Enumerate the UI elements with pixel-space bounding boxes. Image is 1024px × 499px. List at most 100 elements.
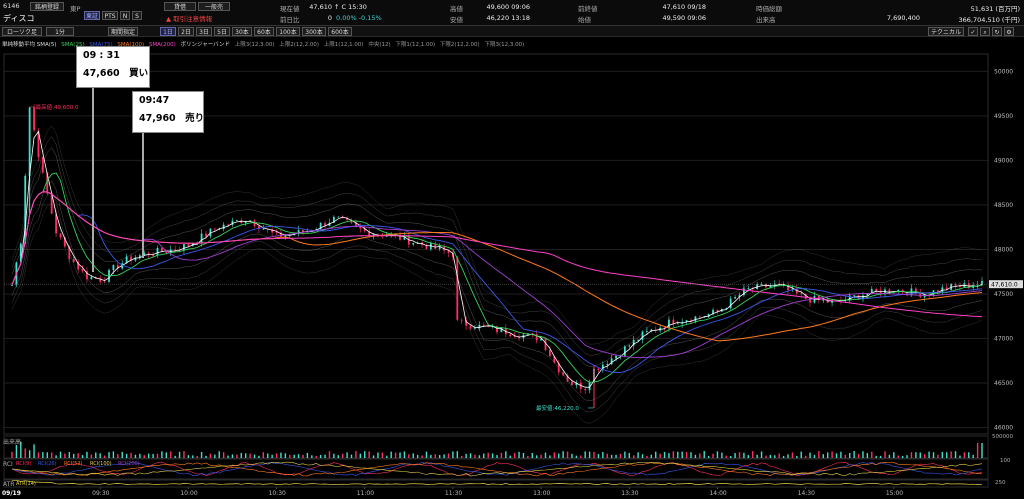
bollinger-line xyxy=(11,191,983,413)
low-label: 最安値:46,220.0 xyxy=(536,404,579,412)
candle-body xyxy=(734,297,736,299)
volume-bar xyxy=(399,452,401,458)
volume-bar xyxy=(112,451,115,458)
y-tick-label: 50000 xyxy=(994,68,1013,75)
volume-bar xyxy=(139,453,141,458)
volume-bar xyxy=(187,455,190,458)
candle-body xyxy=(412,243,415,245)
volume-bar xyxy=(923,454,926,458)
volume-bar xyxy=(227,455,229,458)
volume-bar xyxy=(130,452,132,458)
volume-bar xyxy=(694,454,697,458)
volume-bar xyxy=(712,453,714,458)
volume-bar xyxy=(452,451,454,458)
candle-body xyxy=(81,269,84,272)
volume-bar xyxy=(535,455,538,458)
volume-bar xyxy=(558,453,560,458)
volume-bar xyxy=(826,452,829,458)
volume-bar xyxy=(822,454,824,458)
buy-text: 47,660 買い xyxy=(83,68,149,79)
x-axis: 09/19 09:30 10:00 10:30 11:00 11:30 13:00 13:30… xyxy=(2,486,903,497)
sell-text: 47,960 売り xyxy=(139,113,205,124)
x-tick-label: 10:30 xyxy=(269,490,286,497)
candle-body xyxy=(275,232,278,234)
price-chart[interactable]: 46000 46500 47000 47500 48000 48500 49000 49500… xyxy=(0,0,1024,499)
volume-bar xyxy=(580,455,582,458)
volume-bar xyxy=(919,452,921,458)
volume-bar xyxy=(906,455,908,458)
volume-bar xyxy=(262,452,265,458)
candle-body xyxy=(584,389,587,391)
volume-bar xyxy=(355,451,357,458)
y-tick-label: 49000 xyxy=(994,157,1013,164)
x-tick-label: 14:00 xyxy=(709,490,726,497)
volume-bar xyxy=(275,453,278,458)
volume-bar xyxy=(968,452,970,458)
candle-body xyxy=(535,334,538,341)
volume-bar xyxy=(505,451,507,458)
bollinger-line xyxy=(11,125,983,345)
volume-bar xyxy=(183,451,185,458)
volume-bar xyxy=(818,451,820,458)
candle-body xyxy=(222,224,225,229)
volume-bar xyxy=(240,452,242,458)
volume-bar xyxy=(659,453,661,458)
volume-bar xyxy=(787,454,789,458)
volume-bar xyxy=(337,455,339,458)
volume-bar xyxy=(716,451,719,458)
volume-bar xyxy=(108,452,110,458)
y-axis: 46000 46500 47000 47500 48000 48500 49000 49500… xyxy=(994,68,1013,431)
volume-bar xyxy=(346,452,348,458)
volume-bar xyxy=(147,453,150,458)
volume-bar xyxy=(963,452,966,458)
volume-bar xyxy=(844,454,847,458)
volume-bar xyxy=(928,451,930,458)
volume-bar xyxy=(434,454,436,458)
volume-bar xyxy=(901,455,904,458)
candle-body xyxy=(187,244,190,247)
volume-bar xyxy=(809,452,811,458)
volume-bar xyxy=(641,454,644,458)
volume-bar xyxy=(897,455,899,458)
volume-bar xyxy=(483,453,485,458)
candle-body xyxy=(460,319,463,321)
volume-bar xyxy=(165,452,168,458)
volume-bar xyxy=(910,452,913,458)
candle-body xyxy=(875,288,878,291)
rci-legend-4: RCI(200) xyxy=(118,461,140,467)
rci-legend-0: RCI(9) xyxy=(16,461,32,467)
volume-bar xyxy=(134,454,137,458)
sub-panels xyxy=(3,435,989,488)
volume-bar xyxy=(386,455,388,458)
y-tick-label: 49500 xyxy=(994,113,1013,120)
volume-bar xyxy=(293,454,295,458)
candle-body xyxy=(637,339,639,341)
volume-bar xyxy=(871,451,873,458)
volume-bar xyxy=(769,454,772,458)
volume-bar xyxy=(610,454,613,458)
volume-bar xyxy=(840,451,842,458)
candle-body xyxy=(747,287,750,289)
volume-bar xyxy=(200,452,203,458)
candle-body xyxy=(284,235,287,237)
volume-bar xyxy=(253,454,256,458)
volume-bar xyxy=(306,452,309,458)
x-tick-label: 13:00 xyxy=(533,490,550,497)
volume-bar xyxy=(377,452,379,458)
volume-bar xyxy=(544,452,547,458)
y-tick-label: 46500 xyxy=(994,380,1013,387)
atr-legend: ATR(14) xyxy=(16,481,36,487)
x-tick-label: 11:00 xyxy=(357,490,374,497)
volume-bar xyxy=(941,451,944,458)
volume-bar xyxy=(707,455,710,458)
volume-bar xyxy=(86,451,88,458)
candle-body xyxy=(765,284,767,288)
candle-body xyxy=(646,330,648,332)
volume-bar xyxy=(743,452,745,458)
volume-bar xyxy=(244,453,247,458)
volume-bar xyxy=(68,452,71,458)
candle-body xyxy=(41,157,44,173)
candle-body xyxy=(337,216,340,218)
candle-body xyxy=(469,325,472,329)
candle-body xyxy=(800,293,803,295)
